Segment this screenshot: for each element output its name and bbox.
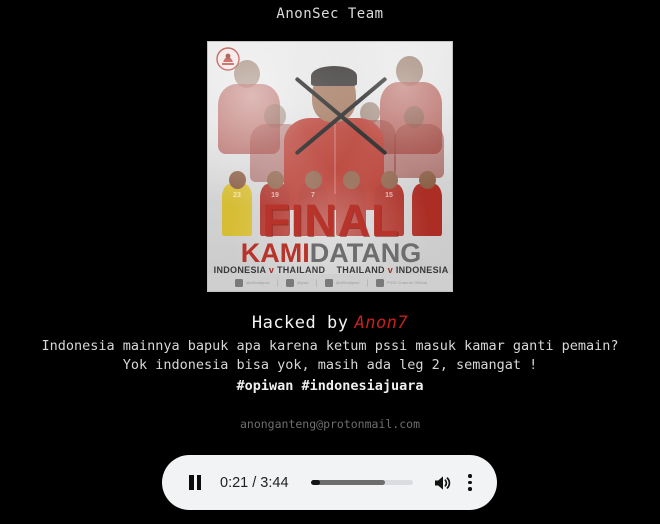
social-handle: @officialpssi — [245, 280, 270, 285]
hacked-by-prefix: Hacked by — [251, 313, 349, 333]
volume-icon — [435, 475, 451, 490]
poster-headline-group: FINAL KAMIDATANG — [208, 195, 452, 268]
message-line-1: Indonesia mainnya bapuk apa karena ketum… — [41, 338, 619, 354]
poster-headline: FINAL — [262, 195, 400, 246]
social-handle: @officialpssi — [335, 280, 360, 285]
more-options-button[interactable] — [461, 474, 479, 492]
social-instagram: @officialpssi — [324, 278, 360, 287]
poster-inner: 23 19 7 15 FINAL KAMIDATANG INDONESIA v … — [208, 42, 452, 291]
social-separator: | — [314, 278, 319, 287]
volume-button[interactable] — [433, 474, 453, 492]
message-line-2: Yok indonesia bisa yok, masih ada leg 2,… — [122, 357, 538, 373]
contact-email: anonganteng@protonmail.com — [239, 417, 420, 431]
youtube-icon — [375, 278, 384, 287]
facebook-icon — [234, 278, 243, 287]
social-handle: @pssi — [296, 280, 309, 285]
twitter-icon — [285, 278, 294, 287]
social-twitter: @pssi — [285, 278, 309, 287]
social-handle: PSSI Channel Official — [386, 280, 428, 285]
poster-subheadline: KAMIDATANG — [208, 238, 452, 268]
poster-subheadline-datang: DATANG — [309, 238, 422, 268]
instagram-icon — [324, 278, 333, 287]
hacker-name: Anon7 — [354, 313, 409, 333]
social-separator: | — [365, 278, 370, 287]
pause-icon — [189, 475, 202, 490]
social-youtube: PSSI Channel Official — [375, 278, 428, 287]
audio-time-display: 0:21 / 3:44 — [220, 474, 289, 491]
audio-progress-bar[interactable] — [310, 480, 413, 485]
social-facebook: @officialpssi — [234, 278, 270, 287]
page-title: AnonSec Team — [276, 6, 384, 22]
cross-out-icon — [286, 62, 390, 174]
defacement-page: AnonSec Team 23 19 7 15 FINAL KAMIDATANG… — [0, 0, 660, 524]
hacked-poster-image: 23 19 7 15 FINAL KAMIDATANG INDONESIA v … — [207, 41, 453, 292]
audio-buffered-range — [310, 480, 386, 485]
hacked-by-headline: Hacked by Anon7 — [0, 313, 660, 333]
pause-button[interactable] — [184, 472, 206, 494]
audio-played-range — [310, 480, 320, 485]
poster-subheadline-kami: KAMI — [240, 238, 310, 268]
defacement-message: Indonesia mainnya bapuk apa karena ketum… — [0, 337, 660, 396]
message-hashtags: #opiwan #indonesiajuara — [236, 378, 424, 394]
social-separator: | — [275, 278, 280, 287]
audio-player[interactable]: 0:21 / 3:44 — [162, 455, 497, 510]
poster-social-bar: @officialpssi | @pssi | @officialpssi | … — [208, 274, 452, 291]
